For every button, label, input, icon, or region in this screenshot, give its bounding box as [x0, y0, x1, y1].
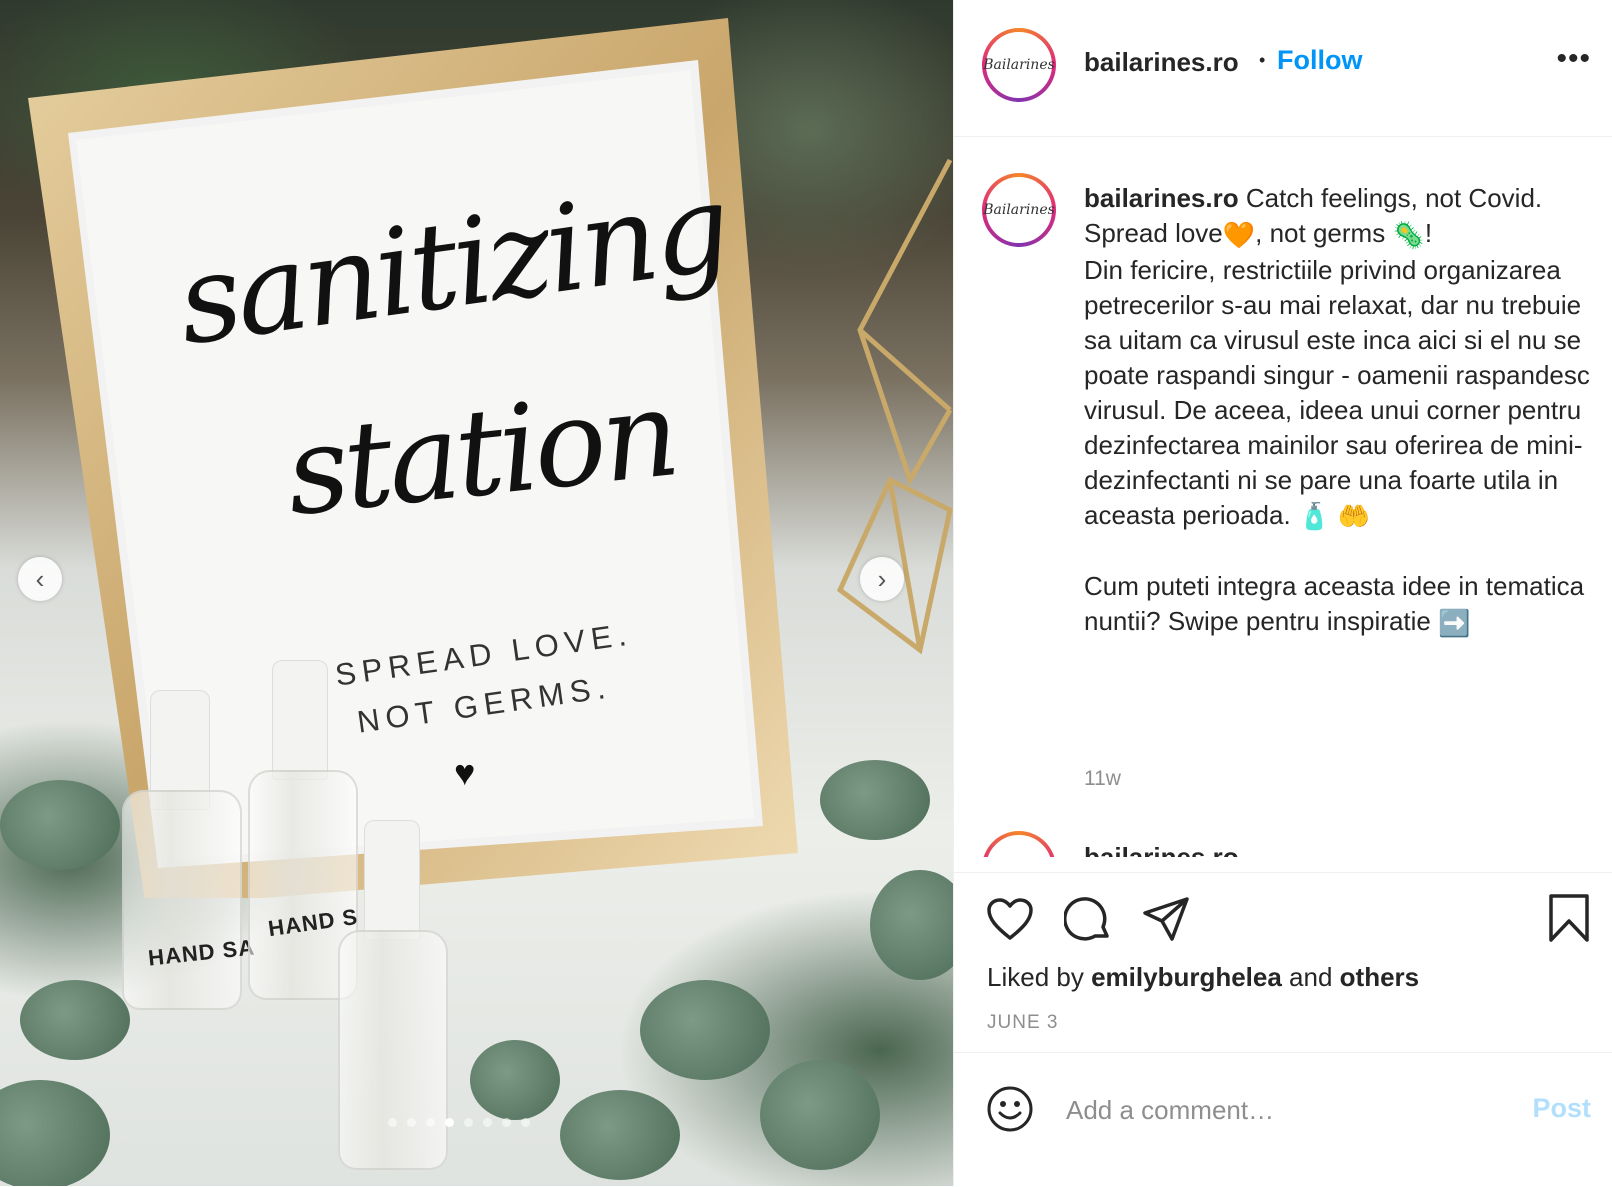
sign-heart: ♥	[454, 752, 476, 793]
post-date[interactable]: JUNE 3	[987, 1012, 1058, 1034]
carousel-dot	[388, 1118, 397, 1127]
smiley-icon	[987, 1086, 1033, 1132]
eucalyptus-leaf	[820, 760, 930, 840]
caption-paragraph-2: Cum puteti integra aceasta idee in temat…	[1084, 571, 1585, 637]
emoji-picker-button[interactable]	[986, 1085, 1034, 1138]
liked-by-prefix: Liked by	[987, 962, 1084, 992]
eucalyptus-leaf	[20, 980, 130, 1060]
post-actions: Liked by emilyburghelea and others JUNE …	[954, 872, 1612, 1053]
avatar[interactable]: Bailarines	[982, 28, 1056, 102]
caption-line2-a: Spread love	[1084, 218, 1223, 248]
liked-by-user[interactable]: emilyburghelea	[1091, 962, 1282, 992]
comment-icon	[1063, 897, 1109, 941]
carousel-dot	[464, 1118, 473, 1127]
carousel-dot	[407, 1118, 416, 1127]
eucalyptus-leaf	[0, 1080, 110, 1186]
avatar-logo: Bailarines	[983, 57, 1055, 73]
eucalyptus-leaf	[760, 1060, 880, 1170]
share-icon	[1143, 897, 1189, 941]
comment-button[interactable]	[1063, 895, 1112, 948]
share-button[interactable]	[1142, 895, 1190, 948]
right-arrow-emoji: ➡️	[1438, 607, 1471, 638]
comment-input[interactable]	[1064, 1091, 1488, 1129]
carousel-dot	[445, 1118, 454, 1127]
post-header: Bailarines bailarines.ro • Follow •••	[954, 0, 1612, 137]
bookmark-icon	[1549, 894, 1589, 942]
caption-line2-b: , not germs	[1255, 218, 1386, 248]
comment-box: Post	[954, 1052, 1612, 1187]
eucalyptus-leaf	[470, 1040, 560, 1120]
post-media[interactable]: sanitizing station SPREAD LOVE. NOT GERM…	[0, 0, 953, 1186]
orange-heart-emoji: 🧡	[1222, 219, 1256, 250]
chevron-left-icon: ‹	[35, 563, 45, 594]
comment-age[interactable]: 11w	[1084, 767, 1121, 791]
post-sidebar: Bailarines bailarines.ro • Follow ••• Ba…	[953, 0, 1612, 1186]
liked-by-and: and	[1289, 962, 1333, 992]
open-hands-emoji: 🤲	[1337, 501, 1370, 532]
chevron-right-icon: ›	[877, 563, 887, 594]
likes-summary: Liked by emilyburghelea and others	[987, 962, 1419, 993]
carousel-dot	[521, 1118, 530, 1127]
lotion-emoji: 🧴	[1297, 501, 1331, 532]
header-username[interactable]: bailarines.ro	[1084, 47, 1239, 78]
post-comment-button[interactable]: Post	[1532, 1093, 1591, 1124]
sanitizer-bottle	[338, 930, 448, 1170]
caption-line2-c: !	[1424, 218, 1433, 248]
carousel-dot	[426, 1118, 435, 1127]
prev-slide-button[interactable]: ‹	[18, 557, 62, 601]
save-button[interactable]	[1547, 893, 1591, 948]
eucalyptus-leaf	[640, 980, 770, 1080]
liked-by-others[interactable]: others	[1340, 962, 1419, 992]
next-slide-button[interactable]: ›	[860, 557, 904, 601]
caption-username[interactable]: bailarines.ro	[1084, 183, 1239, 213]
header-separator: •	[1259, 50, 1266, 70]
comments-section[interactable]: Bailarines bailarines.ro Catch feelings,…	[954, 137, 1612, 857]
avatar-logo: Bailarines	[983, 202, 1055, 218]
eucalyptus-leaf	[870, 870, 953, 980]
avatar[interactable]: Bailarines	[982, 831, 1056, 857]
like-button[interactable]	[986, 897, 1034, 946]
sanitizer-bottle	[122, 790, 242, 1010]
virus-emoji: 🦠	[1392, 219, 1425, 250]
carousel-dot	[502, 1118, 511, 1127]
more-options-button[interactable]: •••	[1556, 44, 1591, 74]
carousel-indicator	[388, 1118, 530, 1127]
heart-icon	[987, 898, 1033, 940]
bottle-pump	[364, 820, 420, 940]
carousel-dot	[483, 1118, 492, 1127]
follow-button[interactable]: Follow	[1277, 45, 1362, 76]
eucalyptus-leaf	[0, 780, 120, 870]
next-comment-username[interactable]: bailarines.ro	[1084, 842, 1239, 857]
caption-body: Din fericire, restrictiile privind organ…	[1084, 254, 1590, 530]
post-caption: bailarines.ro Catch feelings, not Covid.…	[1084, 181, 1594, 641]
bottle-pump	[272, 660, 328, 780]
avatar[interactable]: Bailarines	[982, 173, 1056, 247]
caption-line1: Catch feelings, not Covid.	[1245, 183, 1543, 213]
eucalyptus-leaf	[560, 1090, 680, 1180]
